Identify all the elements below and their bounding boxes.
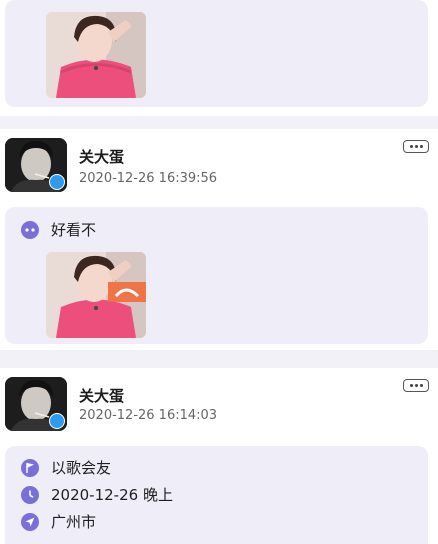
clock-icon [21, 485, 39, 504]
activity-location-row: 广州市 [21, 511, 96, 532]
user-avatar[interactable] [5, 138, 67, 192]
more-dot [419, 384, 423, 387]
more-dot [414, 384, 418, 387]
activity-info-panel: 以歌会友 2020-12-26 晚上 广州市 [5, 446, 428, 544]
more-dots-icon [409, 145, 413, 148]
previous-post-card [0, 0, 438, 116]
activity-location-label: 广州市 [51, 513, 97, 531]
woman-portrait-image [46, 12, 146, 98]
activity-time-label: 2020-12-26 晚上 [51, 486, 173, 504]
post-timestamp: 2020-12-26 16:39:56 [79, 171, 218, 186]
moment-post: 关大蛋 2020-12-26 16:39:56 好看不 [0, 129, 438, 350]
post-photo-thumbnail[interactable] [46, 12, 146, 98]
post-username[interactable]: 关大蛋 [79, 385, 124, 406]
more-options-button[interactable] [403, 379, 429, 392]
verified-badge-icon [49, 174, 65, 190]
user-avatar[interactable] [5, 377, 67, 431]
more-options-button[interactable] [403, 140, 429, 153]
moment-post: 关大蛋 2020-12-26 16:14:03 以歌会友 2020-12-26 … [0, 368, 438, 544]
post-content-panel: 好看不 [5, 207, 428, 344]
more-dots-icon [409, 384, 413, 387]
activity-time-row: 2020-12-26 晚上 [21, 484, 173, 505]
activity-type-row: 以歌会友 [21, 457, 111, 478]
location-arrow-icon [21, 512, 39, 531]
more-dot [414, 145, 418, 148]
activity-type-label: 以歌会友 [51, 459, 112, 477]
post-photo-thumbnail[interactable] [46, 252, 146, 338]
post-comment-text: 好看不 [51, 221, 97, 239]
chat-bubble-icon [21, 220, 39, 239]
post-username[interactable]: 关大蛋 [79, 146, 124, 167]
woman-portrait-image [46, 252, 146, 338]
verified-badge-icon [49, 413, 65, 429]
flag-icon [21, 458, 39, 477]
more-dot [419, 145, 423, 148]
post-timestamp: 2020-12-26 16:14:03 [79, 408, 218, 423]
post-comment-row: 好看不 [21, 219, 96, 240]
moments-feed: 关大蛋 2020-12-26 16:39:56 好看不 关大蛋 2020-12-… [0, 0, 438, 544]
previous-post-content-panel [5, 0, 428, 107]
